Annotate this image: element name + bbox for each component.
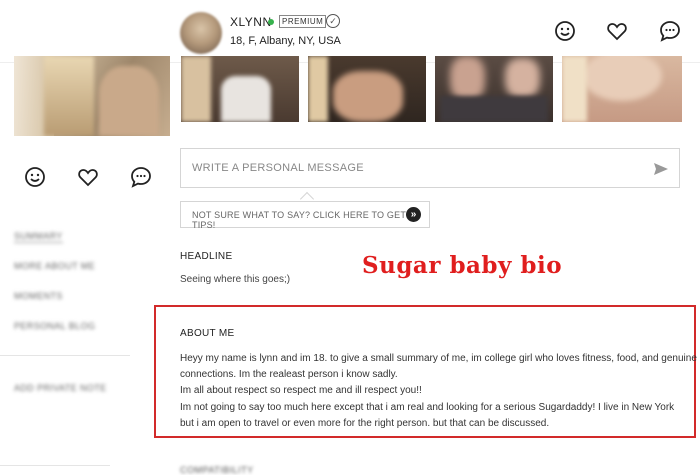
sidebar-divider <box>0 355 130 356</box>
online-status-icon <box>268 19 274 25</box>
gallery-photo[interactable] <box>181 56 299 122</box>
message-input[interactable]: WRITE A PERSONAL MESSAGE <box>180 148 680 188</box>
sidebar-item-moments[interactable]: MOMENTS <box>14 291 63 301</box>
verified-check-icon: ✓ <box>326 14 340 28</box>
sidebar-item-personal-blog[interactable]: PERSONAL BLOG <box>14 321 95 331</box>
quote-icon: » <box>406 207 421 222</box>
headline-title: HEADLINE <box>180 251 233 262</box>
main-profile-photo[interactable] <box>14 56 170 136</box>
about-title: ABOUT ME <box>180 328 235 339</box>
about-line: but i am open to travel or even more for… <box>180 417 550 429</box>
about-line: Heyy my name is lynn and im 18. to give … <box>180 353 697 364</box>
gallery-photo[interactable] <box>308 56 426 122</box>
next-section-title: COMPATIBILITY <box>180 465 254 475</box>
heart-icon[interactable] <box>76 165 100 189</box>
smile-icon[interactable] <box>553 19 577 43</box>
gallery-photo[interactable] <box>435 56 553 122</box>
gallery-photo[interactable] <box>562 56 682 122</box>
avatar[interactable] <box>180 12 222 54</box>
annotation-label: Sugar baby bio <box>362 252 563 279</box>
about-line: connections. Im the realeast person i kn… <box>180 369 398 381</box>
sidebar-item-more-about-me[interactable]: MORE ABOUT ME <box>14 261 95 271</box>
premium-badge: PREMIUM <box>279 15 327 28</box>
sidebar-item-summary[interactable]: SUMMARY <box>14 231 63 243</box>
divider <box>0 465 110 466</box>
headline-text: Seeing where this goes;) <box>180 274 291 285</box>
chat-icon[interactable] <box>129 165 153 189</box>
send-icon[interactable] <box>653 161 669 177</box>
chat-icon[interactable] <box>658 19 682 43</box>
about-line: Im not going to say too much here except… <box>180 401 675 413</box>
about-line: Im all about respect so respect me and i… <box>180 385 422 397</box>
about-text: Heyy my name is lynn and im 18. to give … <box>180 351 697 432</box>
tips-label: NOT SURE WHAT TO SAY? CLICK HERE TO GET … <box>192 210 406 230</box>
tips-button[interactable]: NOT SURE WHAT TO SAY? CLICK HERE TO GET … <box>180 201 430 230</box>
heart-icon[interactable] <box>605 19 629 43</box>
profile-details: 18, F, Albany, NY, USA <box>230 35 341 47</box>
username: XLYNN <box>230 15 272 29</box>
profile-header <box>0 0 700 63</box>
message-placeholder: WRITE A PERSONAL MESSAGE <box>192 162 364 174</box>
sidebar-item-add-private-note[interactable]: ADD PRIVATE NOTE <box>14 383 107 393</box>
smile-icon[interactable] <box>23 165 47 189</box>
